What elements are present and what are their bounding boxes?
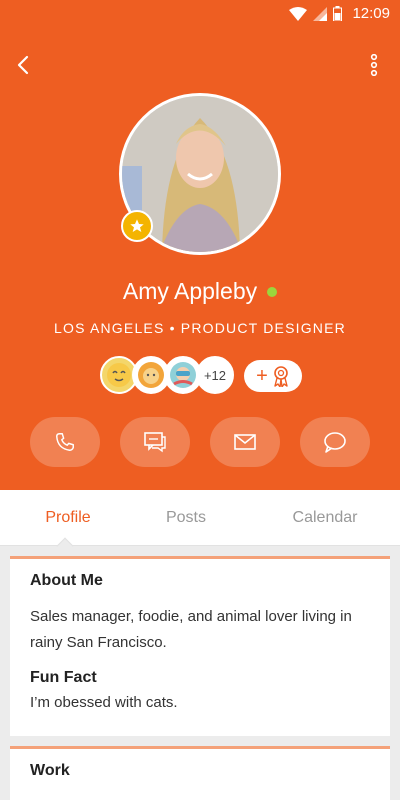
tab-calendar[interactable]: Calendar <box>262 490 388 546</box>
profile-name: Amy Appleby <box>122 278 258 304</box>
star-icon <box>130 219 144 232</box>
back-button[interactable] <box>10 50 36 80</box>
chat-button[interactable] <box>120 417 190 467</box>
lion-badge-icon <box>138 362 164 388</box>
star-badge <box>121 210 153 242</box>
chevron-left-icon <box>17 55 29 75</box>
more-options-button[interactable] <box>362 50 386 80</box>
mail-button[interactable] <box>210 417 280 467</box>
chat-icon <box>144 432 166 453</box>
about-card: About Me Sales manager, foodie, and anim… <box>10 556 390 736</box>
tab-profile[interactable]: Profile <box>0 490 136 546</box>
name-row: Amy Appleby <box>0 278 400 305</box>
action-row <box>0 417 400 467</box>
badge-count[interactable]: +12 <box>196 356 234 394</box>
work-card: Work <box>10 746 390 800</box>
work-title: Work <box>30 762 70 779</box>
mail-icon <box>234 434 256 450</box>
call-button[interactable] <box>30 417 100 467</box>
wifi-icon <box>289 6 308 21</box>
fun-fact-text: I’m obessed with cats. <box>30 694 178 711</box>
about-text: Sales manager, foodie, and animal lover … <box>30 608 352 651</box>
status-bar: 12:09 <box>0 0 400 28</box>
phone-icon <box>56 433 74 451</box>
comment-button[interactable] <box>300 417 370 467</box>
profile-subtitle: LOS ANGELES • PRODUCT DESIGNER <box>54 320 346 336</box>
battery-icon <box>333 6 343 21</box>
add-award-button[interactable]: + <box>244 360 302 392</box>
comment-icon <box>324 432 346 453</box>
award-ribbon-icon <box>274 366 288 387</box>
profile-header: 12:09 Amy Appleby LOS ANGELES • PRODUCT … <box>0 0 400 490</box>
signal-icon <box>313 6 328 21</box>
add-label: + <box>256 364 268 387</box>
badge-more-count: +12 <box>203 367 227 383</box>
status-time: 12:09 <box>352 5 390 22</box>
smile-badge-icon <box>107 363 131 387</box>
diver-badge-icon <box>170 362 196 388</box>
about-title: About Me <box>30 572 103 589</box>
tab-posts[interactable]: Posts <box>136 490 236 546</box>
more-vertical-icon <box>370 54 378 76</box>
fun-fact-title: Fun Fact <box>30 669 97 686</box>
tab-bar: Profile Posts Calendar <box>0 490 400 546</box>
online-status-dot <box>267 286 278 297</box>
